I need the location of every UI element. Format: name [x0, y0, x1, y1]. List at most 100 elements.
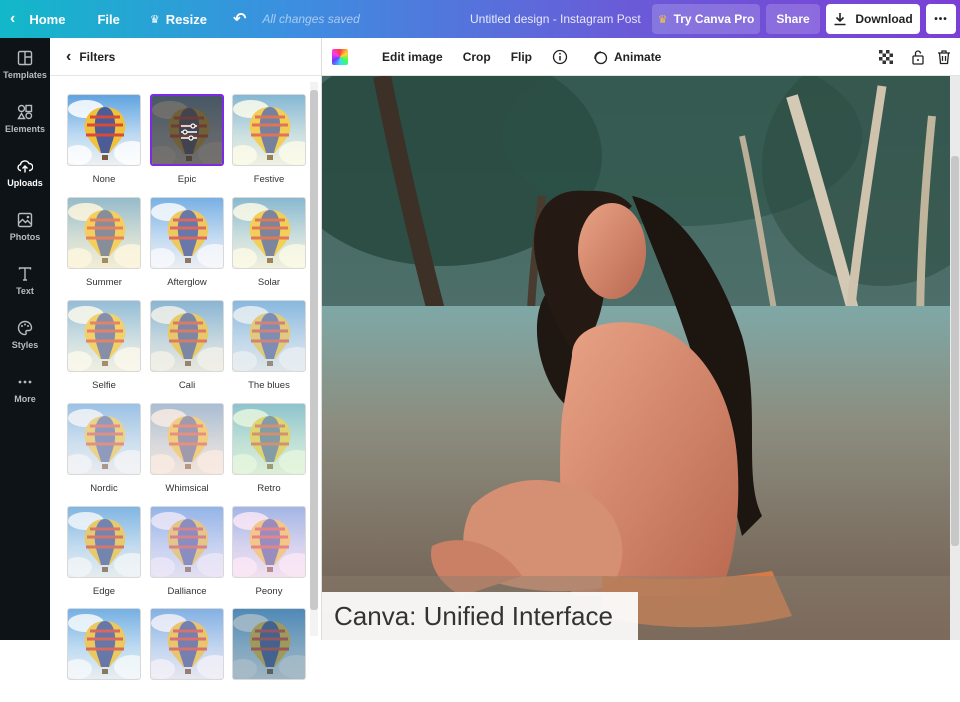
lock-button[interactable] [904, 49, 932, 65]
panel-scrollbar[interactable] [310, 90, 318, 610]
filter-option-selfie[interactable]: Selfie [67, 300, 141, 394]
flip-button[interactable]: Flip [501, 50, 542, 64]
filters-header[interactable]: ‹ Filters [50, 38, 321, 76]
canvas-scrollbar[interactable] [951, 156, 959, 546]
file-menu-button[interactable]: File [89, 0, 127, 38]
filter-thumbnail[interactable] [232, 300, 306, 372]
save-status: All changes saved [262, 12, 360, 26]
share-label: Share [776, 12, 810, 26]
rail-item-more[interactable]: More [0, 362, 50, 416]
filter-option-edge[interactable]: Edge [67, 506, 141, 600]
filter-thumbnail[interactable] [67, 403, 141, 475]
edit-image-button[interactable]: Edit image [372, 50, 453, 64]
try-pro-button[interactable]: ♛ Try Canva Pro [652, 4, 760, 34]
home-button[interactable]: ‹ Home [0, 0, 73, 38]
uploads-icon [17, 160, 33, 173]
unlock-icon [912, 49, 924, 65]
filter-thumbnail[interactable] [232, 403, 306, 475]
filter-thumbnail[interactable] [150, 403, 224, 475]
color-swatch-button[interactable] [322, 48, 358, 65]
resize-label: Resize [165, 11, 207, 27]
filter-thumbnail[interactable] [232, 506, 306, 578]
filter-label: The blues [248, 380, 290, 391]
filter-option-unlabeled-17[interactable] [232, 608, 306, 702]
rail-item-uploads[interactable]: Uploads [0, 146, 50, 200]
transparency-button[interactable] [868, 49, 904, 65]
trash-icon [938, 49, 950, 64]
rail-label-more: More [14, 394, 36, 404]
beach-photo[interactable] [322, 76, 950, 640]
filter-label: Epic [177, 174, 197, 185]
design-canvas[interactable] [322, 76, 950, 640]
rail-item-photos[interactable]: Photos [0, 200, 50, 254]
filter-option-summer[interactable]: Summer [67, 197, 141, 291]
chevron-left-icon: ‹ [10, 10, 16, 27]
filter-option-afterglow[interactable]: Afterglow [150, 197, 224, 291]
home-label: Home [29, 11, 66, 27]
filter-option-unlabeled-15[interactable] [67, 608, 141, 702]
rail-item-templates[interactable]: Templates [0, 38, 50, 92]
rail-label-templates: Templates [3, 70, 47, 80]
filter-thumbnail[interactable] [67, 94, 141, 166]
filter-thumbnail[interactable] [232, 94, 306, 166]
transparency-icon [879, 49, 893, 64]
download-button[interactable]: Download [826, 4, 920, 34]
filter-option-festive[interactable]: Festive [232, 94, 306, 188]
rail-item-elements[interactable]: Elements [0, 92, 50, 146]
filters-panel: ‹ Filters None Epic Festive Summer Afterglow… [50, 38, 322, 680]
chevron-left-icon[interactable]: ‹ [66, 48, 71, 66]
filter-label: Peony [255, 586, 283, 597]
filter-label: Whimsical [165, 483, 209, 494]
rail-item-text[interactable]: Text [0, 254, 50, 308]
photos-icon [17, 212, 33, 228]
animate-button[interactable]: Animate [582, 49, 671, 65]
image-toolbar: Edit image Crop Flip Animate [322, 38, 960, 76]
templates-icon [17, 50, 33, 66]
filter-label: Festive [253, 174, 285, 185]
filter-option-dalliance[interactable]: Dalliance [150, 506, 224, 600]
filter-thumbnail[interactable] [232, 608, 306, 680]
filter-option-nordic[interactable]: Nordic [67, 403, 141, 497]
filter-thumbnail[interactable] [232, 197, 306, 269]
delete-button[interactable] [932, 49, 960, 65]
styles-icon [17, 320, 33, 336]
design-title[interactable]: Untitled design - Instagram Post [470, 0, 641, 38]
filter-thumbnail[interactable] [150, 300, 224, 372]
undo-icon: ↶ [232, 11, 247, 28]
filter-thumbnail[interactable] [150, 608, 224, 680]
filter-label: Cali [178, 380, 196, 391]
filter-option-the-blues[interactable]: The blues [232, 300, 306, 394]
filter-option-whimsical[interactable]: Whimsical [150, 403, 224, 497]
rail-label-photos: Photos [9, 232, 41, 242]
more-options-button[interactable]: ••• [926, 4, 956, 34]
edit-image-label: Edit image [382, 49, 443, 64]
filter-option-none[interactable]: None [67, 94, 141, 188]
resize-button[interactable]: ♛ Resize [142, 0, 215, 38]
more-icon [18, 380, 32, 384]
filter-thumbnail[interactable] [150, 197, 224, 269]
filter-thumbnail[interactable] [67, 506, 141, 578]
share-button[interactable]: Share [766, 4, 820, 34]
filter-thumbnail[interactable] [67, 300, 141, 372]
filter-option-solar[interactable]: Solar [232, 197, 306, 291]
filter-thumbnail[interactable] [150, 506, 224, 578]
rail-item-styles[interactable]: Styles [0, 308, 50, 362]
filter-option-epic[interactable]: Epic [150, 94, 224, 188]
crown-icon: ♛ [657, 13, 668, 26]
animate-label: Animate [614, 49, 662, 64]
filter-option-unlabeled-16[interactable] [150, 608, 224, 702]
side-rail: Templates Elements Uploads Photos Text S… [0, 38, 50, 640]
filter-thumbnail[interactable] [67, 608, 141, 680]
filters-title: Filters [79, 49, 116, 64]
filter-thumbnail[interactable] [67, 197, 141, 269]
crop-button[interactable]: Crop [453, 50, 501, 64]
filter-option-cali[interactable]: Cali [150, 300, 224, 394]
filter-thumbnail-selected[interactable] [150, 94, 224, 166]
filter-label: Afterglow [167, 277, 207, 288]
info-button[interactable] [542, 49, 578, 65]
filter-option-retro[interactable]: Retro [232, 403, 306, 497]
download-label: Download [855, 12, 913, 26]
filter-option-peony[interactable]: Peony [232, 506, 306, 600]
undo-button[interactable]: ↶ [225, 0, 254, 38]
crown-icon: ♛ [149, 13, 160, 26]
